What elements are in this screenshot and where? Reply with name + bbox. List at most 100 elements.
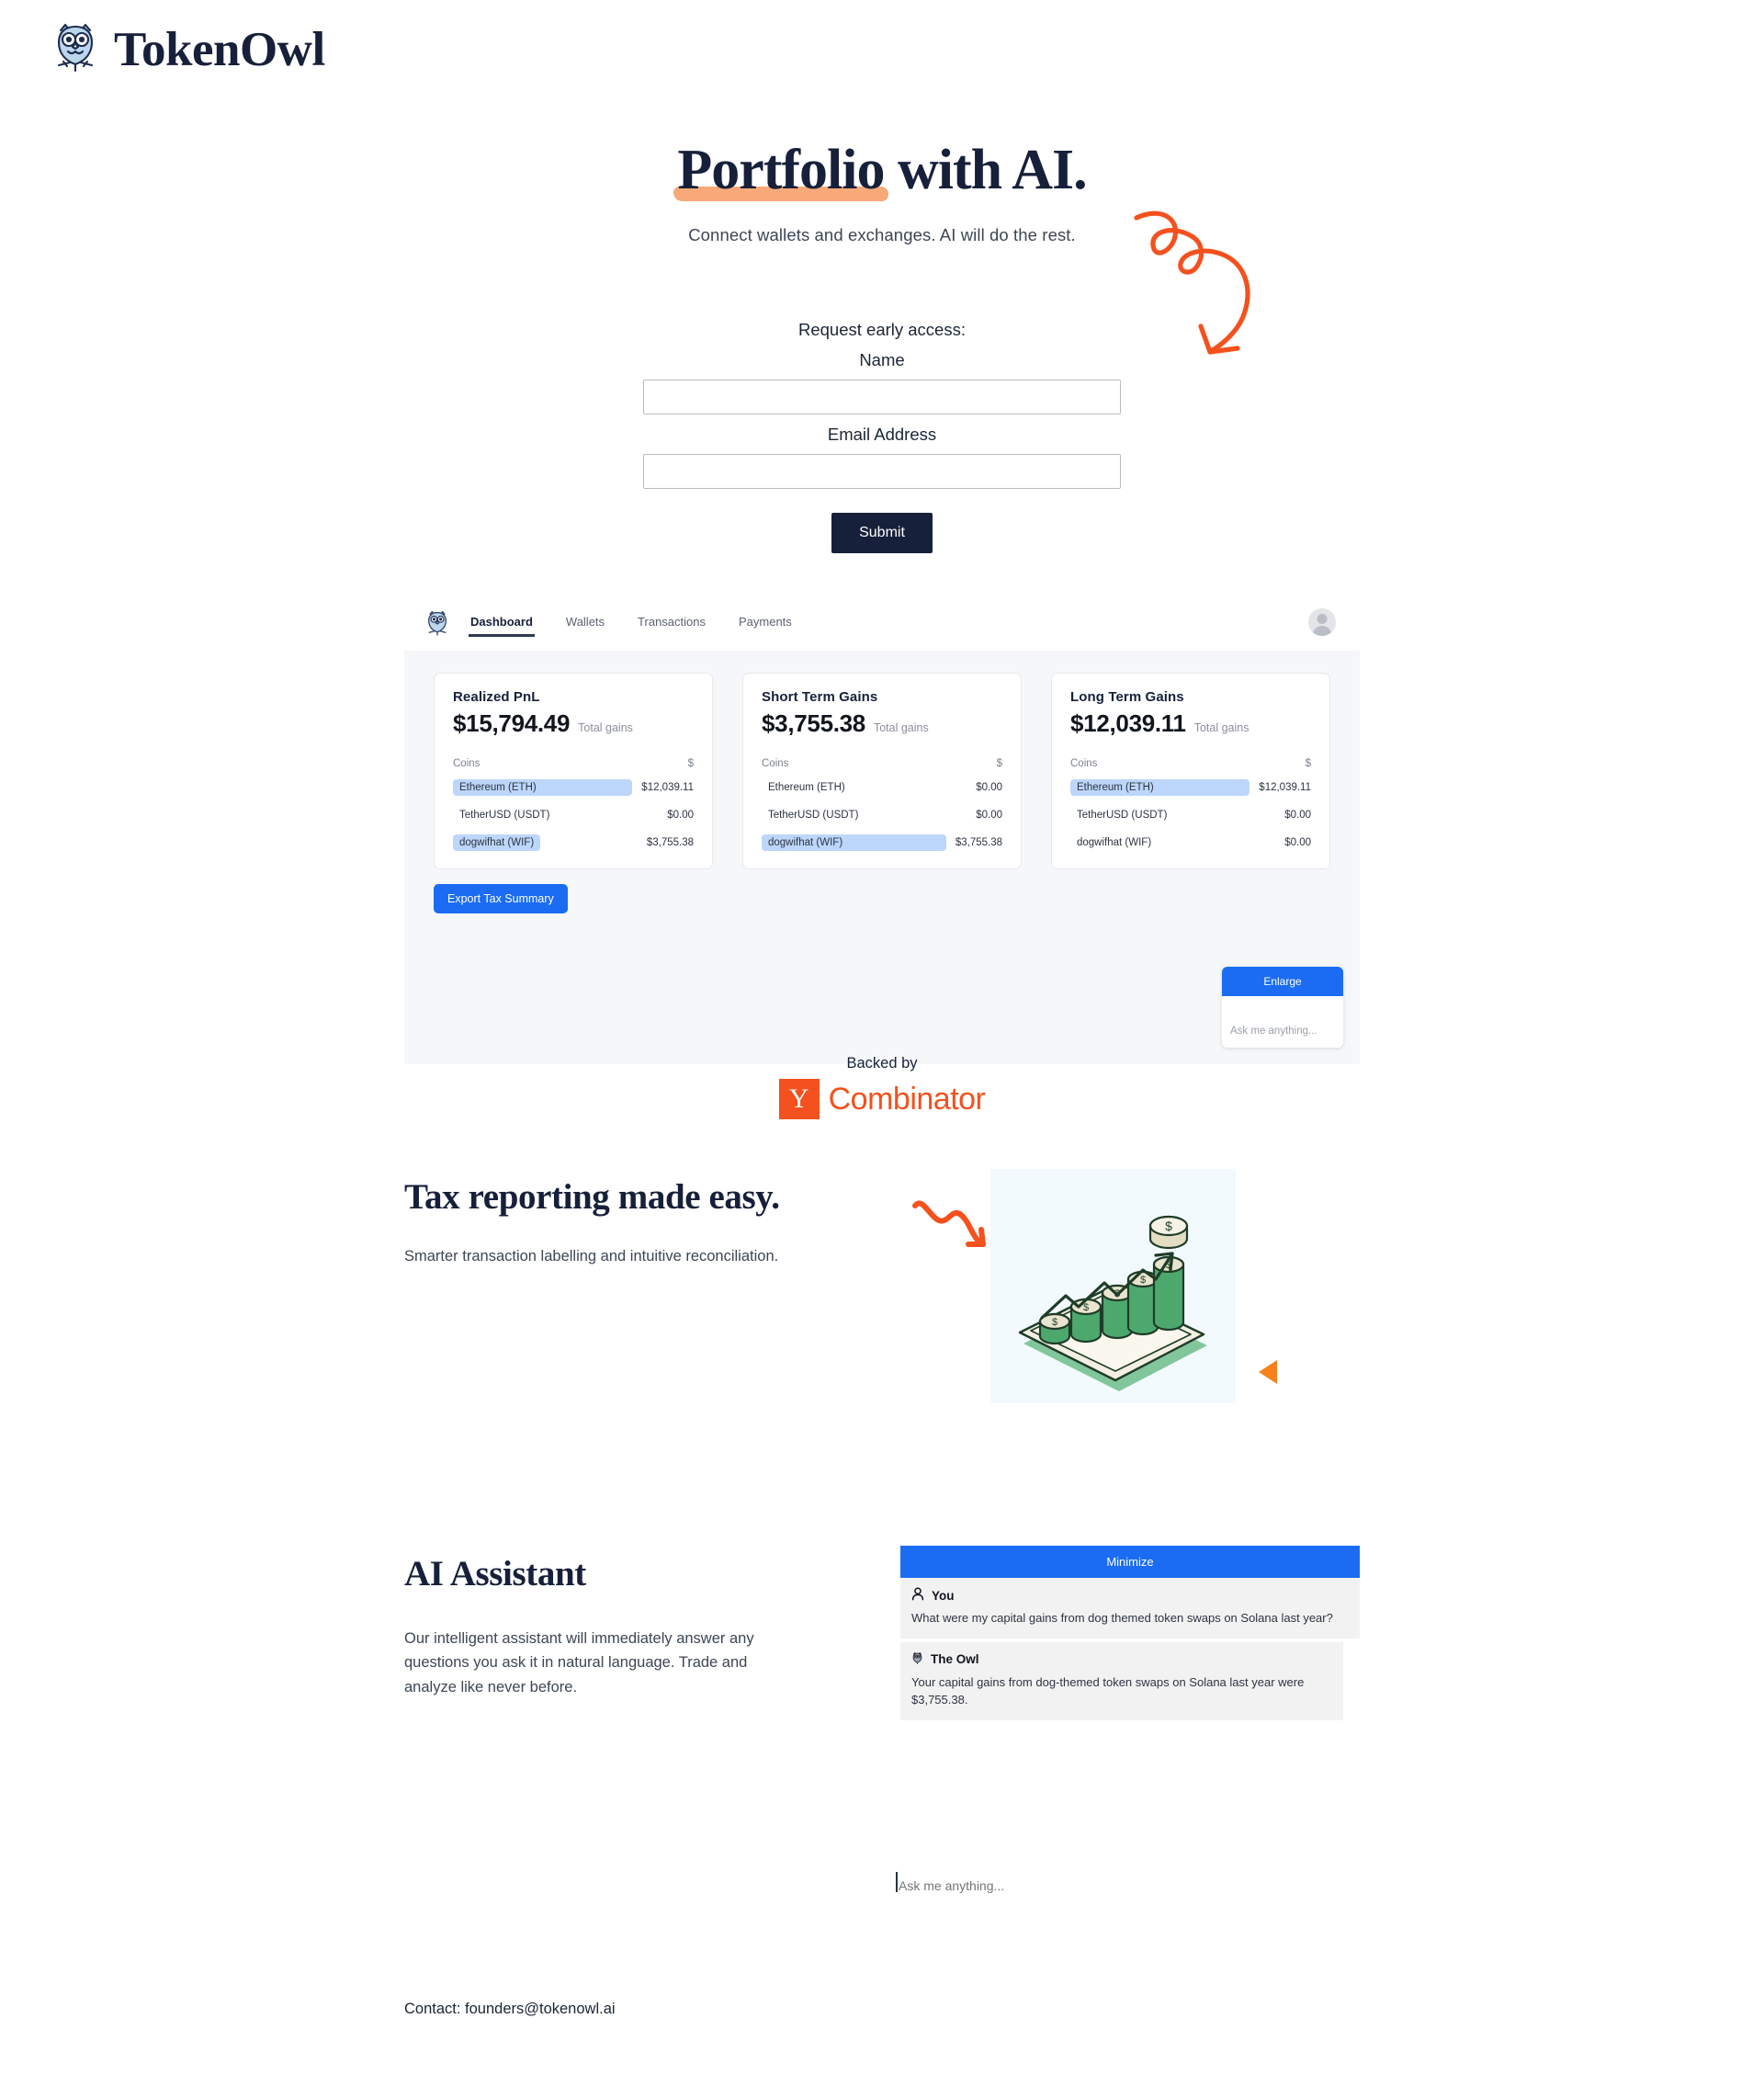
page-title-highlighted: Portfolio (677, 139, 885, 201)
summary-cards: Realized PnL $15,794.49 Total gains Coins $ E… (404, 651, 1360, 869)
chat-message-assistant: The Owl Your capital gains from dog-them… (900, 1641, 1343, 1720)
ai-chat-panel: Minimize You What were my capital gains … (900, 1546, 1360, 1720)
coin-name: Ethereum (ETH) (453, 778, 633, 796)
coin-value: $0.00 (667, 809, 694, 821)
coin-value: $12,039.11 (1259, 781, 1311, 793)
coin-value: $0.00 (976, 809, 1002, 821)
coin-name: TetherUSD (USDT) (1077, 809, 1168, 821)
summary-card-amount-label: Total gains (873, 721, 929, 734)
coin-value: $3,755.38 (955, 836, 1002, 848)
coin-value: $0.00 (976, 781, 1002, 793)
coin-row: dogwifhat (WIF) $3,755.38 (453, 833, 694, 852)
coin-row: TetherUSD (USDT) $0.00 (453, 805, 694, 824)
coin-value: $3,755.38 (646, 836, 694, 848)
coin-row: dogwifhat (WIF) $3,755.38 (762, 833, 1002, 852)
summary-card-amount: $12,039.11 (1070, 709, 1186, 737)
dashboard-tab-wallets[interactable]: Wallets (564, 616, 606, 644)
summary-card-amount-row: $3,755.38 Total gains (762, 709, 1002, 738)
tax-reporting-body: Smarter transaction labelling and intuit… (404, 1248, 779, 1265)
submit-button[interactable]: Submit (831, 513, 933, 553)
dashboard-tab-payments[interactable]: Payments (737, 616, 794, 644)
dashboard-tab-transactions[interactable]: Transactions (636, 616, 707, 644)
coin-row: TetherUSD (USDT) $0.00 (762, 805, 1002, 824)
svg-text:$: $ (1083, 1302, 1089, 1313)
person-icon (911, 1587, 924, 1604)
summary-card: Short Term Gains $3,755.38 Total gains Coin… (742, 673, 1022, 869)
svg-text:$: $ (1052, 1317, 1057, 1328)
chat-author-name: The Owl (931, 1652, 979, 1667)
summary-card: Realized PnL $15,794.49 Total gains Coins $ E… (434, 673, 713, 869)
dashboard-chat-input[interactable]: Ask me anything... (1222, 996, 1343, 1048)
summary-card-amount-row: $15,794.49 Total gains (453, 709, 694, 738)
summary-card-amount: $3,755.38 (762, 709, 865, 737)
coin-column-header: Coins (762, 758, 789, 769)
coin-name: Ethereum (ETH) (768, 781, 845, 793)
coin-row: Ethereum (ETH) $12,039.11 (453, 777, 694, 797)
ai-assistant-copy: AI Assistant Our intelligent assistant w… (404, 1553, 799, 1699)
coin-name: dogwifhat (WIF) (453, 834, 541, 851)
coin-row: TetherUSD (USDT) $0.00 (1070, 805, 1311, 824)
export-tax-summary-button[interactable]: Export Tax Summary (434, 884, 568, 913)
coin-table-header: Coins $ (453, 758, 694, 769)
page-title: Portfolio with AI. (673, 138, 1088, 203)
site-logo[interactable]: TokenOwl (51, 20, 325, 78)
coin-value: $0.00 (1284, 809, 1311, 821)
coin-name: dogwifhat (WIF) (1077, 836, 1152, 848)
ai-chat-input[interactable] (896, 1870, 1337, 1901)
coin-value: $0.00 (1284, 836, 1311, 848)
coin-column-header: Coins (1070, 758, 1098, 769)
coin-row: Ethereum (ETH) $0.00 (762, 777, 1002, 797)
svg-text:$: $ (1140, 1275, 1146, 1286)
value-column-header: $ (1305, 758, 1311, 769)
y-combinator-logo: Y Combinator (778, 1079, 986, 1119)
dashboard-tabs: Dashboard Wallets Transactions Payments (469, 595, 794, 651)
summary-card-amount-label: Total gains (1193, 721, 1250, 734)
chat-message-text: Your capital gains from dog-themed token… (911, 1674, 1305, 1707)
chat-author-name: You (932, 1588, 955, 1603)
chat-author-assistant: The Owl (911, 1651, 1332, 1668)
y-combinator-mark: Y (778, 1079, 820, 1119)
dashboard-chat-widget: Enlarge Ask me anything... (1222, 967, 1343, 1048)
chat-message-text: What were my capital gains from dog them… (911, 1611, 1333, 1625)
form-prompt: Request early access: (797, 320, 966, 339)
coin-row: Ethereum (ETH) $12,039.11 (1070, 777, 1311, 797)
summary-card-title: Long Term Gains (1070, 689, 1184, 705)
left-triangle-icon (1259, 1360, 1277, 1384)
contact-text: Contact: founders@tokenowl.ai (404, 2001, 616, 2017)
dashboard-tab-dashboard[interactable]: Dashboard (469, 616, 535, 644)
coin-name: dogwifhat (WIF) (762, 834, 946, 851)
summary-card-title: Short Term Gains (762, 689, 878, 705)
tax-reporting-section: Tax reporting made easy. Smarter transac… (0, 1169, 1764, 1452)
brand-name: TokenOwl (114, 22, 325, 76)
tax-reporting-copy: Tax reporting made easy. Smarter transac… (404, 1176, 799, 1265)
hero-subtitle: Connect wallets and exchanges. AI will d… (688, 225, 1076, 244)
tax-reporting-heading: Tax reporting made easy. (404, 1177, 780, 1217)
email-label: Email Address (827, 425, 937, 444)
value-column-header: $ (996, 758, 1002, 769)
dashboard-preview: Dashboard Wallets Transactions Payments Rea… (404, 595, 1360, 1064)
svg-text:$: $ (1165, 1219, 1172, 1233)
owl-icon (911, 1651, 923, 1668)
summary-card-amount: $15,794.49 (453, 709, 571, 737)
early-access-form: Request early access: Name Email Address… (0, 320, 1764, 553)
coin-table-header: Coins $ (1070, 758, 1311, 769)
enlarge-button[interactable]: Enlarge (1222, 967, 1343, 996)
coin-name: TetherUSD (USDT) (768, 809, 859, 821)
name-label: Name (859, 350, 905, 369)
summary-card-amount-label: Total gains (578, 721, 633, 734)
backed-by-label: Backed by (846, 1055, 918, 1072)
owl-icon (51, 20, 99, 78)
page-title-rest: with AI. (884, 139, 1088, 201)
value-column-header: $ (687, 758, 694, 769)
coin-column-header: Coins (453, 758, 481, 769)
ai-assistant-heading: AI Assistant (404, 1554, 586, 1593)
chat-message-user: You What were my capital gains from dog … (900, 1578, 1360, 1639)
minimize-button[interactable]: Minimize (900, 1546, 1360, 1578)
owl-icon (424, 609, 450, 637)
coin-value: $12,039.11 (641, 781, 694, 793)
name-input[interactable] (643, 380, 1121, 414)
coin-row: dogwifhat (WIF) $0.00 (1070, 833, 1311, 852)
user-avatar-icon[interactable] (1308, 608, 1336, 636)
email-input[interactable] (643, 454, 1121, 489)
hero-section: Portfolio with AI. Connect wallets and e… (0, 138, 1764, 245)
